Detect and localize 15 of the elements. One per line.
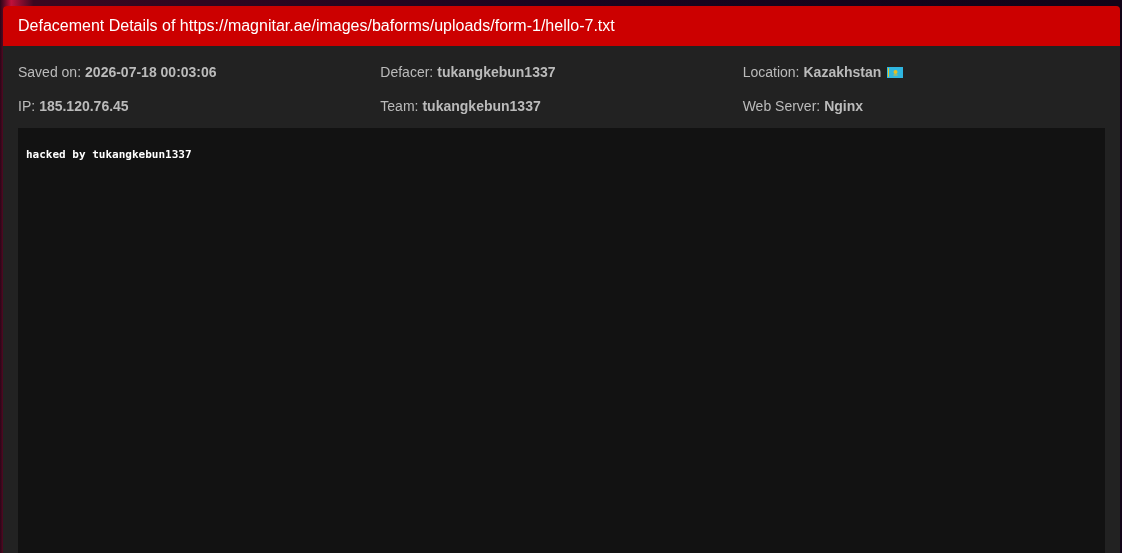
- field-value: Kazakhstan: [803, 63, 882, 82]
- field-value: 2026-07-18 00:03:06: [85, 63, 217, 82]
- field-label: Web Server:: [742, 97, 821, 116]
- field-label: IP:: [18, 97, 36, 116]
- field-value: tukangkebun1337: [422, 97, 541, 116]
- field-label: Team:: [380, 97, 419, 116]
- field-label: Saved on:: [18, 63, 82, 82]
- field-value: 185.120.76.45: [39, 97, 129, 116]
- field-label: Defacer:: [380, 63, 434, 82]
- flag-icon: [887, 67, 904, 78]
- page-title: Defacement Details of https://magnitar.ae/images/baforms/uploads/form-1/hello-7.txt: [18, 16, 615, 36]
- mirror-text: hacked by tukangkebun1337: [26, 147, 192, 163]
- field-value: Nginx: [824, 97, 864, 116]
- field-value: tukangkebun1337: [437, 63, 556, 82]
- field-label: Location:: [742, 63, 800, 82]
